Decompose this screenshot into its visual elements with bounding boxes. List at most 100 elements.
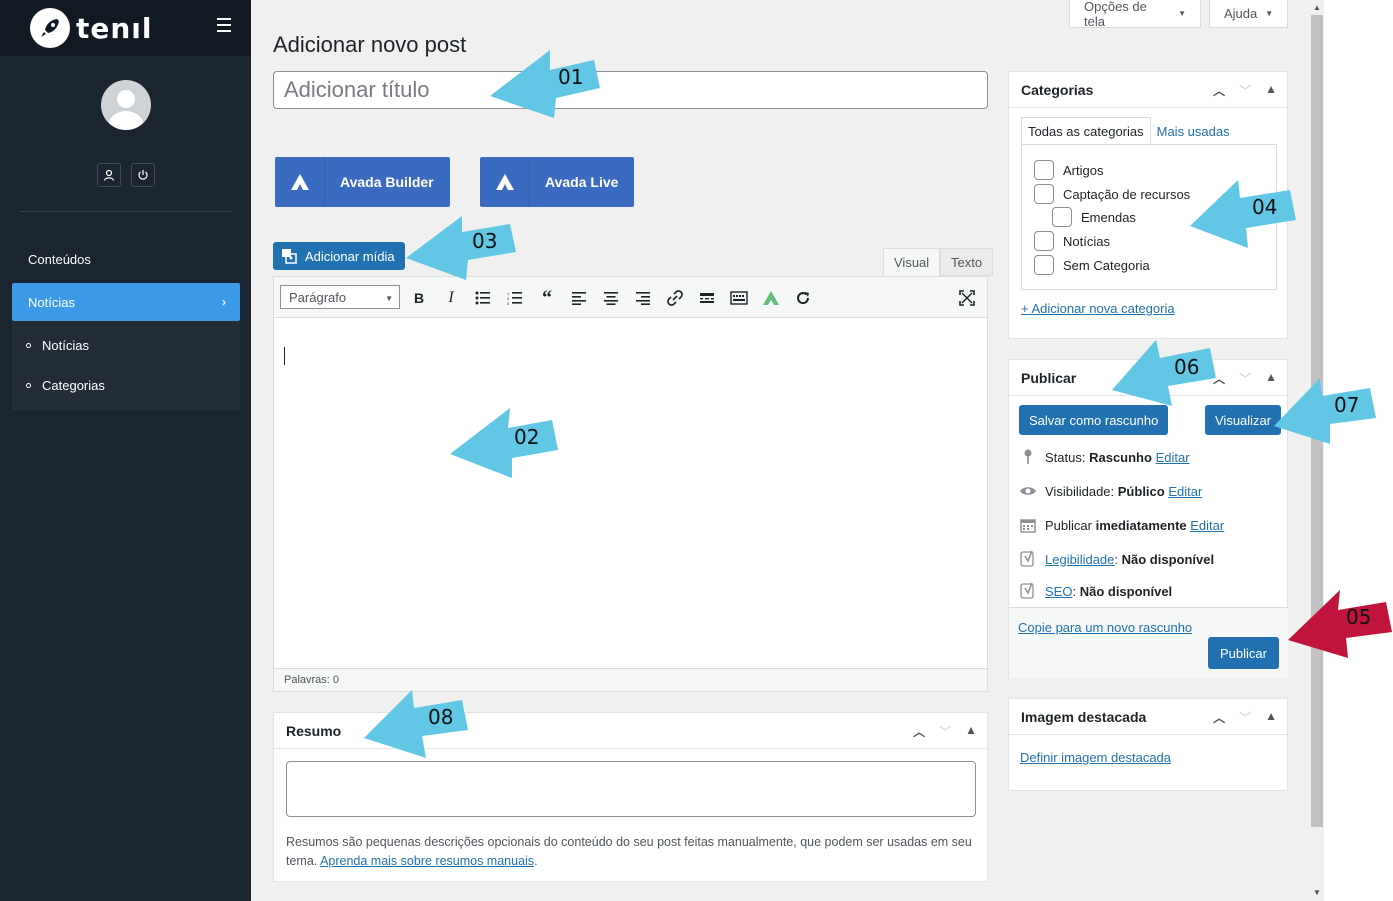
bold-icon[interactable]: B: [410, 289, 428, 307]
tab-most-used[interactable]: Mais usadas: [1151, 117, 1236, 145]
visibility-value: Público: [1117, 483, 1165, 499]
avada-builder-button[interactable]: Avada Builder: [275, 157, 450, 207]
collapse-toggle-icon[interactable]: ▲: [1265, 82, 1277, 99]
title-placeholder: Adicionar título: [284, 77, 430, 102]
scroll-up-icon[interactable]: ▲: [1313, 3, 1321, 12]
annotation-arrow-01: 01: [490, 50, 600, 118]
sidebar-item-noticias[interactable]: Notícias ›: [12, 283, 240, 321]
chevron-down-icon[interactable]: ﹀: [939, 723, 951, 740]
submenu-item-categorias[interactable]: Categorias: [26, 378, 105, 393]
collapse-toggle-icon[interactable]: ▲: [1265, 709, 1277, 726]
tab-all-categories[interactable]: Todas as categorias: [1021, 117, 1151, 145]
bullet-list-icon[interactable]: [474, 289, 492, 307]
caret-down-icon: ▼: [1178, 9, 1186, 18]
scroll-down-icon[interactable]: ▼: [1313, 888, 1321, 897]
annotation-label: 01: [558, 65, 583, 89]
fullscreen-icon[interactable]: [958, 289, 976, 307]
help-button[interactable]: Ajuda ▼: [1209, 0, 1288, 28]
category-checkbox[interactable]: [1034, 184, 1054, 204]
category-item[interactable]: Captação de recursos: [1034, 184, 1190, 204]
save-draft-button[interactable]: Salvar como rascunho: [1019, 405, 1169, 435]
yoast-icon: [1019, 550, 1037, 568]
caret-down-icon: ▼: [1265, 9, 1274, 18]
featured-image-title: Imagem destacada: [1021, 708, 1147, 725]
refresh-icon[interactable]: [794, 289, 812, 307]
blockquote-icon[interactable]: “: [538, 287, 556, 309]
avada-logo-icon: [480, 157, 530, 207]
power-logout-icon[interactable]: [131, 163, 155, 187]
numbered-list-icon[interactable]: 123: [506, 289, 524, 307]
profile-actions: [97, 163, 155, 187]
format-select[interactable]: Parágrafo ▼: [280, 285, 400, 309]
category-checkbox[interactable]: [1052, 207, 1072, 227]
user-profile-icon[interactable]: [97, 163, 121, 187]
category-checkbox[interactable]: [1034, 231, 1054, 251]
submenu-item-noticias[interactable]: Notícias: [26, 338, 89, 353]
visibility-label: Visibilidade:: [1045, 483, 1115, 499]
menu-heading[interactable]: Conteúdos: [28, 252, 91, 267]
summary-help-link[interactable]: Aprenda mais sobre resumos manuais: [320, 854, 534, 868]
toolbar-toggle-icon[interactable]: [730, 289, 748, 307]
category-item[interactable]: Notícias: [1034, 231, 1110, 251]
edit-schedule-link[interactable]: Editar: [1190, 518, 1224, 533]
align-right-icon[interactable]: [634, 289, 652, 307]
scrollbar[interactable]: ▲ ▼: [1310, 0, 1324, 901]
avatar[interactable]: [101, 80, 151, 130]
copy-draft-link[interactable]: Copie para um novo rascunho: [1018, 620, 1192, 635]
category-item[interactable]: Emendas: [1052, 207, 1136, 227]
chevron-down-icon[interactable]: ﹀: [1239, 370, 1251, 387]
edit-visibility-link[interactable]: Editar: [1168, 484, 1202, 499]
annotation-label: 03: [472, 229, 497, 253]
screen-options-label: Opções de tela: [1084, 0, 1147, 29]
annotation-label: 05: [1346, 605, 1371, 629]
content-editor[interactable]: Parágrafo ▼ B I 123 “ Palavras: 0: [273, 276, 988, 692]
preview-button[interactable]: Visualizar: [1205, 405, 1282, 435]
chevron-up-icon[interactable]: ︿: [1213, 709, 1225, 726]
sidebar-item-label: Notícias: [28, 294, 75, 310]
align-left-icon[interactable]: [570, 289, 588, 307]
editor-body[interactable]: [274, 319, 987, 669]
publish-title: Publicar: [1021, 369, 1077, 386]
avada-logo-icon: [275, 157, 325, 207]
chevron-up-icon[interactable]: ︿: [1213, 82, 1225, 99]
post-title-input[interactable]: Adicionar título: [273, 71, 988, 109]
avada-shortcode-icon[interactable]: [762, 289, 780, 307]
rocket-logo-icon[interactable]: [30, 8, 70, 48]
set-featured-image-link[interactable]: Definir imagem destacada: [1020, 750, 1171, 765]
pin-icon: [1019, 448, 1037, 466]
collapse-toggle-icon[interactable]: ▲: [965, 723, 977, 740]
align-center-icon[interactable]: [602, 289, 620, 307]
annotation-arrow-03: 03: [406, 216, 516, 280]
hamburger-menu-icon[interactable]: [217, 18, 231, 32]
tab-visual[interactable]: Visual: [883, 248, 941, 276]
italic-icon[interactable]: I: [442, 289, 460, 307]
readability-link[interactable]: Legibilidade: [1045, 552, 1114, 567]
tab-text[interactable]: Texto: [940, 248, 994, 276]
read-more-icon[interactable]: [698, 289, 716, 307]
publish-button[interactable]: Publicar: [1208, 637, 1279, 669]
summary-textarea[interactable]: [286, 761, 976, 817]
edit-status-link[interactable]: Editar: [1156, 450, 1190, 465]
chevron-down-icon[interactable]: ﹀: [1239, 709, 1251, 726]
featured-image-box: Imagem destacada ︿ ﹀ ▲ Definir imagem de…: [1008, 698, 1288, 791]
category-item[interactable]: Artigos: [1034, 160, 1103, 180]
chevron-up-icon[interactable]: ︿: [913, 723, 925, 740]
status-row: Status: Rascunho Editar: [1019, 448, 1190, 466]
add-media-button[interactable]: Adicionar mídia: [273, 242, 405, 270]
add-media-label: Adicionar mídia: [305, 248, 395, 264]
category-checkbox[interactable]: [1034, 255, 1054, 275]
chevron-down-icon[interactable]: ﹀: [1239, 82, 1251, 99]
submenu: Notícias Categorias: [12, 321, 240, 410]
readability-row: Legibilidade: Não disponível: [1019, 550, 1214, 568]
chevron-right-icon: ›: [222, 295, 226, 309]
annotation-arrow-07: 07: [1274, 378, 1376, 444]
seo-link[interactable]: SEO: [1045, 584, 1072, 599]
link-icon[interactable]: [666, 289, 684, 307]
box-controls: ︿ ﹀ ▲: [1213, 370, 1277, 387]
screen-options-button[interactable]: Opções de tela ▼: [1069, 0, 1201, 29]
category-checkbox[interactable]: [1034, 160, 1054, 180]
category-item[interactable]: Sem Categoria: [1034, 255, 1150, 275]
add-category-link[interactable]: + Adicionar nova categoria: [1021, 301, 1175, 316]
avada-live-button[interactable]: Avada Live: [480, 157, 634, 207]
svg-text:3: 3: [507, 301, 510, 305]
